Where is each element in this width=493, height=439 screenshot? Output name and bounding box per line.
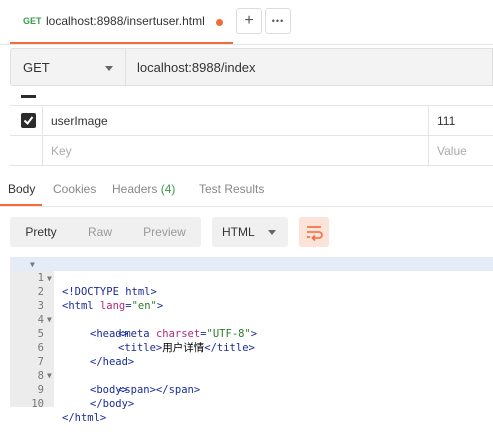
param-key-cell[interactable]: userImage [42, 106, 428, 135]
code-text: </body> [90, 398, 135, 410]
more-icon: ••• [271, 16, 285, 26]
url-input[interactable]: localhost:8988/index [126, 48, 493, 86]
wrap-lines-button[interactable] [299, 217, 329, 247]
fold-arrow-icon[interactable]: ▼ [30, 260, 35, 269]
pretty-button[interactable]: Pretty [10, 217, 72, 247]
line-number: 10 [31, 398, 44, 410]
new-key-cell[interactable]: Key [42, 136, 428, 165]
code-line: 7 ▼ <body> [0, 341, 493, 396]
check-icon [23, 116, 34, 126]
value-placeholder: Value [437, 144, 467, 158]
param-key: userImage [51, 114, 108, 128]
code-line: 1 <!DOCTYPE html> [0, 257, 493, 298]
tab-options-button[interactable]: ••• [265, 8, 291, 34]
format-select[interactable]: HTML [212, 217, 288, 247]
params-new-row: Key Value [10, 136, 493, 166]
param-value-cell[interactable]: 111 [428, 106, 493, 135]
code-line: 3 ▼ <head> [0, 285, 493, 340]
new-value-cell[interactable]: Value [428, 136, 493, 165]
code-text: </html> [62, 412, 107, 424]
tab-headers-label: Headers [112, 182, 158, 196]
key-placeholder: Key [51, 144, 72, 158]
plus-icon: + [244, 12, 254, 29]
code-line: 8 <span></span> [0, 355, 493, 396]
tab-method-label: GET [23, 16, 42, 26]
params-row-partial [10, 95, 493, 106]
code-line: 10 </html> [0, 383, 493, 424]
tab-body[interactable]: Body [8, 182, 35, 196]
unsaved-dot-icon [216, 19, 223, 26]
tab-test-results[interactable]: Test Results [199, 182, 264, 196]
code-line: 6 </head> [0, 327, 493, 368]
format-value: HTML [222, 225, 255, 239]
tab-headers[interactable]: Headers (4) [112, 182, 175, 196]
headers-count-badge: (4) [160, 182, 176, 196]
method-value: GET [23, 60, 50, 75]
tab-cookies[interactable]: Cookies [53, 182, 96, 196]
params-row: userImage 111 [10, 106, 493, 136]
param-value: 111 [437, 114, 456, 128]
new-tab-button[interactable]: + [236, 8, 262, 34]
wrap-icon [307, 226, 323, 242]
chevron-down-icon [268, 230, 276, 235]
method-select[interactable]: GET [10, 48, 126, 86]
code-line: 2 <html lang="en"> [0, 271, 493, 312]
param-checkbox[interactable] [21, 113, 36, 128]
code-line: 4 <meta charset="UTF-8"> [0, 299, 493, 340]
code-lines: 1 <!DOCTYPE html> 2 <html lang="en"> 3 ▼… [0, 257, 493, 424]
code-line: 9 </body> [0, 369, 493, 410]
active-tab-indicator [0, 204, 42, 206]
fold-arrow-icon[interactable]: ▼ [47, 274, 52, 283]
chevron-down-icon [105, 66, 113, 71]
request-tab[interactable]: GET localhost:8988/insertuser.html [10, 0, 233, 44]
raw-button[interactable]: Raw [72, 217, 128, 247]
divider [0, 206, 493, 207]
checkbox-partial-icon [21, 95, 36, 98]
code-line: 5 <title>用户详情</title> [0, 313, 493, 354]
preview-button[interactable]: Preview [128, 217, 201, 247]
tab-title: localhost:8988/insertuser.html [46, 14, 205, 28]
url-value: localhost:8988/index [137, 60, 256, 75]
